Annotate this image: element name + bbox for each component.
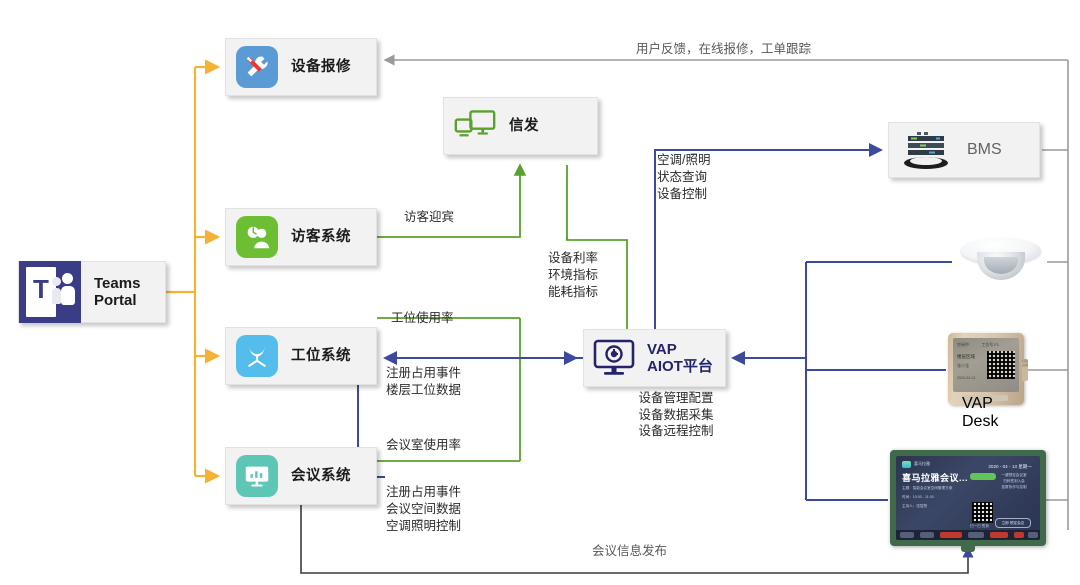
- tools-repair-icon: [236, 46, 278, 88]
- app-label-signage: 信发: [509, 117, 539, 134]
- teams-portal-card[interactable]: Teams Portal: [18, 261, 166, 323]
- display-qr-code: [972, 502, 993, 523]
- teams-people-glyph: [52, 273, 78, 311]
- display-status-badge: [970, 473, 996, 480]
- desk-eink-badge: 空闲中 工位号 F1 楼层区域 张小龙 2020-04-13 VAP Desk …: [948, 333, 1028, 430]
- display-brand-name: 喜马拉雅: [914, 461, 930, 466]
- badge-deskno: 工位号 F1: [981, 342, 999, 347]
- display-bottom-bar: [896, 530, 1040, 540]
- app-label-meeting-system: 会议系统: [291, 467, 351, 484]
- display-stand: [961, 546, 975, 552]
- label-meeting-events: 注册占用事件 会议空间数据 空调照明控制: [386, 485, 462, 533]
- badge-zone: 楼层区域: [957, 354, 975, 359]
- label-meeting-publish: 会议信息发布: [592, 544, 668, 558]
- badge-qr-code: [987, 351, 1015, 379]
- app-label-visitor-system: 访客系统: [291, 228, 351, 245]
- display-detail-2: 时间：10:00 - 11:00: [902, 495, 934, 499]
- meeting-display-icon: [236, 455, 278, 497]
- badge-status: 空闲中: [957, 342, 969, 347]
- app-label-workstation-system: 工位系统: [291, 347, 351, 364]
- workstation-icon: [236, 335, 278, 377]
- teams-portal-label: Teams Portal: [94, 274, 141, 309]
- app-label-equipment-repair: 设备报修: [291, 58, 351, 75]
- label-desk-events: 注册占用事件 楼层工位数据: [386, 366, 462, 397]
- label-kpi-metrics: 设备利率 环境指标 能耗指标: [548, 251, 599, 299]
- badge-footer-label: VAP Desk: [962, 395, 1008, 430]
- vap-platform-title: VAP AIOT平台: [647, 340, 713, 375]
- app-card-visitor-system[interactable]: 访客系统: [225, 208, 377, 266]
- display-date: 2020 - 04 - 13 星期一: [988, 464, 1032, 469]
- bms-card[interactable]: BMS: [888, 122, 1040, 178]
- server-rack-icon: [899, 130, 953, 170]
- app-card-meeting-system[interactable]: 会议系统: [225, 447, 377, 505]
- app-card-workstation-system[interactable]: 工位系统: [225, 327, 377, 385]
- badge-side-label: 扫码占用: [1022, 359, 1028, 381]
- teams-logo-icon: [19, 261, 81, 323]
- label-meeting-usage: 会议室使用率: [386, 438, 462, 452]
- diagram-canvas: Teams Portal 设备报修 信发: [0, 0, 1080, 585]
- digital-signage-icon: [454, 105, 496, 147]
- badge-date: 2020-04-13: [957, 376, 976, 380]
- display-qr-caption: 扫一扫 签到: [970, 524, 989, 528]
- vap-capabilities: 设备管理配置 设备数据采集 设备远程控制: [638, 391, 714, 439]
- label-user-feedback: 用户反馈，在线报修，工单跟踪: [636, 42, 812, 56]
- display-book-button[interactable]: 立即 预定会议: [995, 518, 1031, 528]
- meeting-room-display: 喜马拉雅 喜马拉雅会议... 主题：智能会议室空间管理方案 时间：10:00 -…: [890, 450, 1046, 552]
- display-detail-3: 主持人：张智慧: [902, 504, 928, 508]
- display-meeting-title: 喜马拉雅会议...: [902, 473, 969, 483]
- badge-user: 张小龙: [957, 363, 969, 368]
- display-right-lines: 一键预定会议室 扫码签到入会 投屏协作与控制: [1001, 473, 1027, 490]
- vap-aiot-platform-card[interactable]: VAP AIOT平台: [583, 329, 726, 387]
- label-visitor-greeting: 访客迎宾: [404, 210, 455, 224]
- visitor-badge-icon: [236, 216, 278, 258]
- app-card-equipment-repair[interactable]: 设备报修: [225, 38, 377, 96]
- vap-monitor-icon: [592, 338, 636, 378]
- app-card-signage[interactable]: 信发: [443, 97, 598, 155]
- label-bms-control: 空调/照明 状态查询 设备控制: [657, 153, 711, 201]
- ceiling-occupancy-sensor: [955, 236, 1047, 284]
- display-brand-logo-icon: [902, 461, 911, 468]
- display-detail-1: 主题：智能会议室空间管理方案: [902, 486, 953, 490]
- bms-label: BMS: [967, 140, 1002, 158]
- label-desk-usage: 工位使用率: [391, 311, 454, 325]
